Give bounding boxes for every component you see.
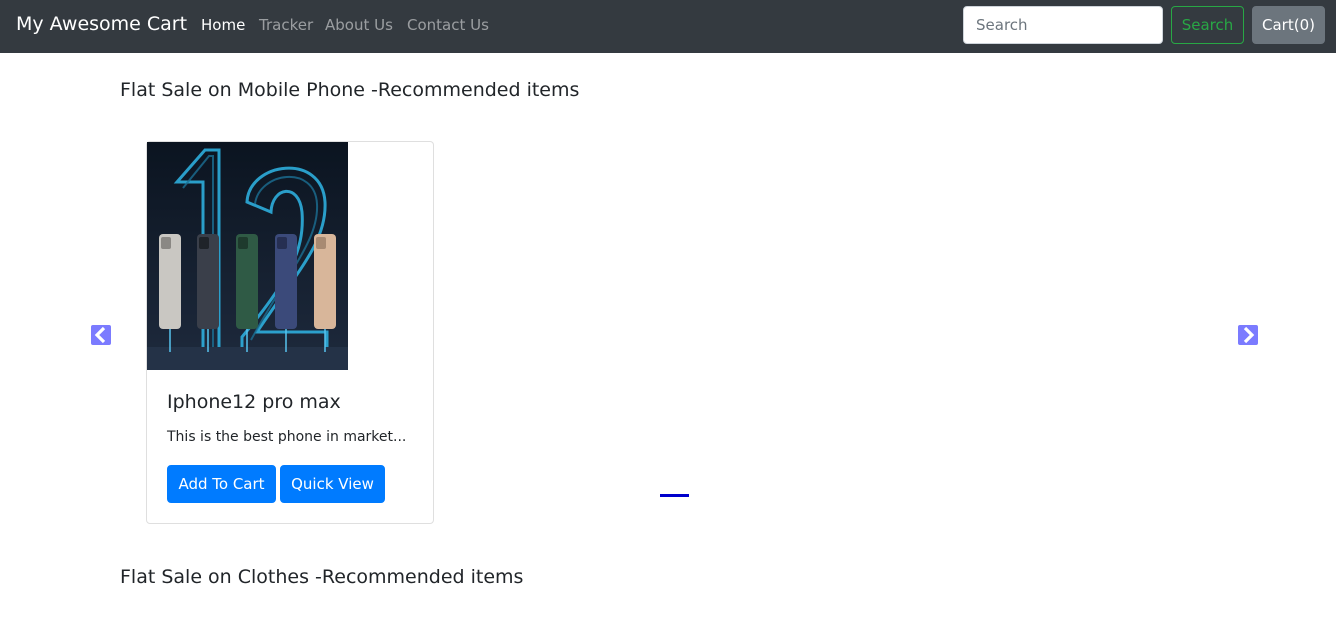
product-image xyxy=(147,142,348,370)
product-title: Iphone12 pro max xyxy=(167,391,341,413)
carousel-prev-button[interactable] xyxy=(91,325,111,345)
section-title-mobile: Flat Sale on Mobile Phone -Recommended i… xyxy=(120,79,580,101)
chevron-left-icon xyxy=(94,326,106,344)
search-button[interactable]: Search xyxy=(1171,6,1244,44)
section-title-clothes: Flat Sale on Clothes -Recommended items xyxy=(120,566,524,588)
navbar: My Awesome Cart Home Tracker About Us Co… xyxy=(0,0,1336,53)
carousel-indicator-active[interactable] xyxy=(660,494,689,497)
chevron-right-icon xyxy=(1243,326,1255,344)
quick-view-button[interactable]: Quick View xyxy=(280,465,385,503)
cart-button[interactable]: Cart(0) xyxy=(1252,6,1325,44)
product-card: Iphone12 pro max This is the best phone … xyxy=(146,141,434,524)
nav-link-contact-us[interactable]: Contact Us xyxy=(407,16,489,34)
carousel-next-button[interactable] xyxy=(1238,325,1258,345)
nav-link-tracker[interactable]: Tracker xyxy=(259,16,313,34)
nav-link-home[interactable]: Home xyxy=(201,16,245,34)
nav-link-about-us[interactable]: About Us xyxy=(325,16,393,34)
search-input[interactable] xyxy=(963,6,1163,44)
brand-link[interactable]: My Awesome Cart xyxy=(16,13,187,35)
product-description: This is the best phone in market... xyxy=(167,429,407,445)
add-to-cart-button[interactable]: Add To Cart xyxy=(167,465,276,503)
